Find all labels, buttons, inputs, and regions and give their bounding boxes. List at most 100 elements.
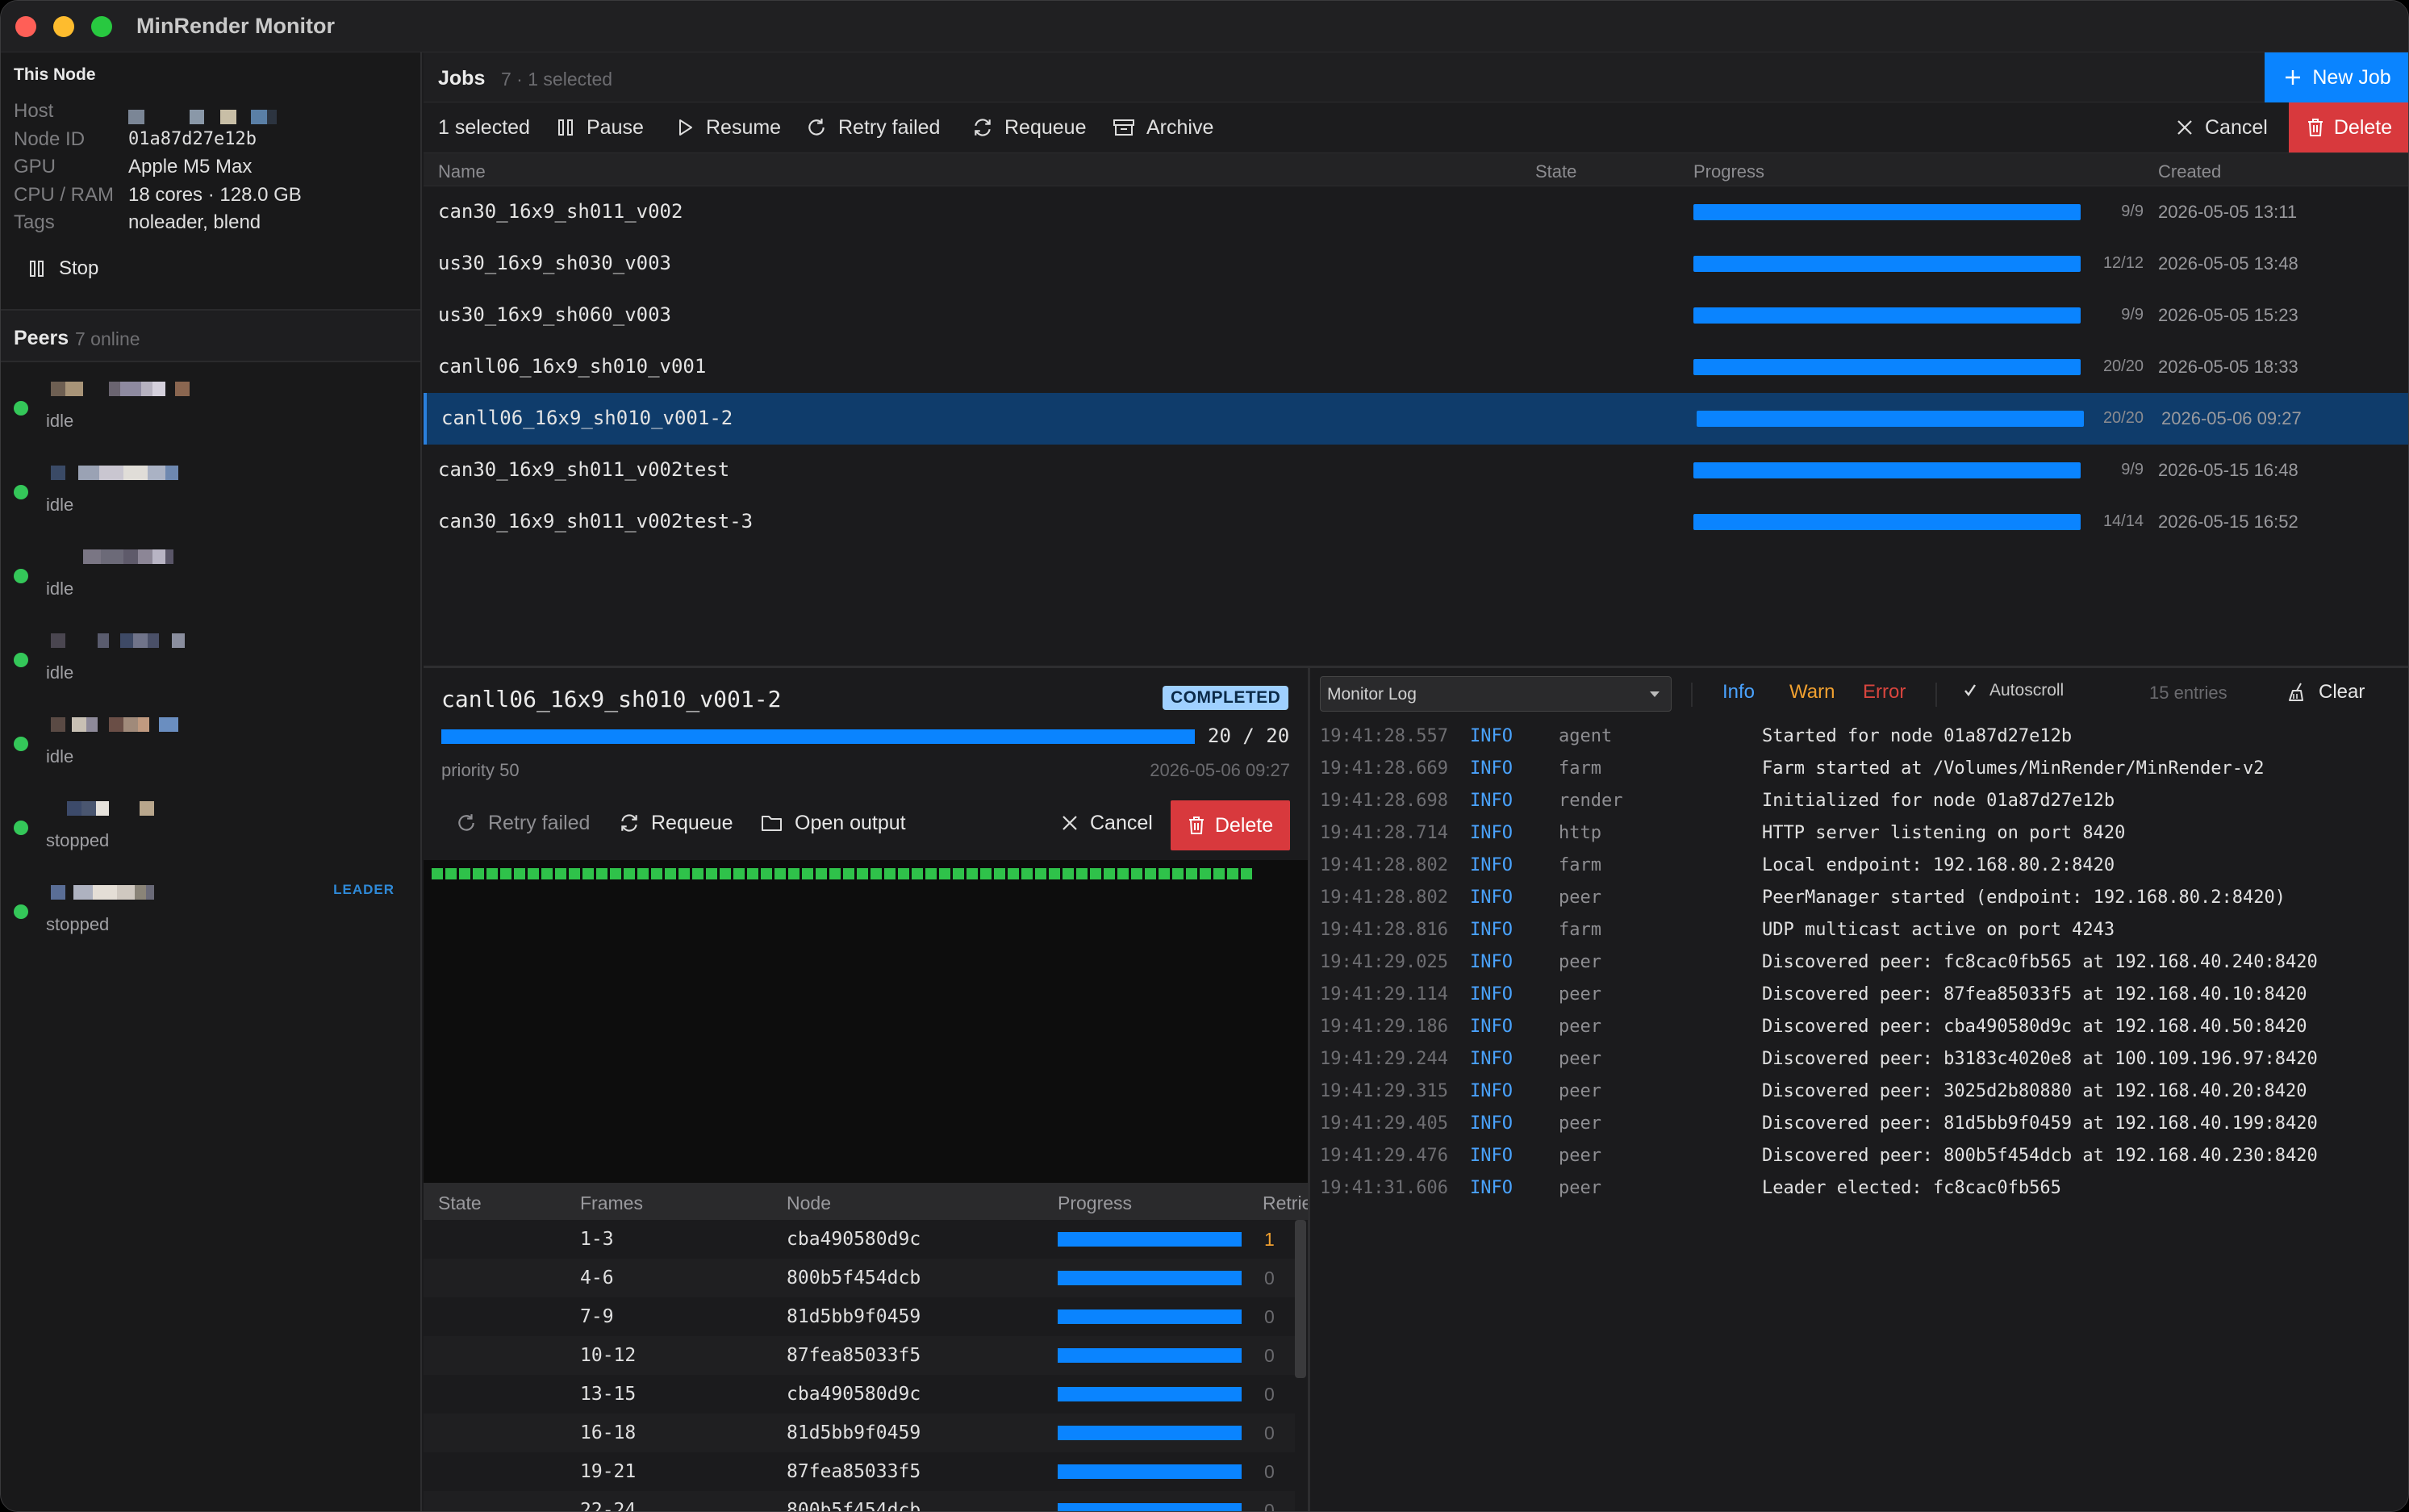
new-job-button[interactable]: New Job — [2265, 52, 2408, 102]
frame-cell[interactable] — [1172, 868, 1184, 879]
frame-cell[interactable] — [761, 868, 772, 879]
frame-cell[interactable] — [967, 868, 978, 879]
frame-cell[interactable] — [1063, 868, 1074, 879]
frame-cell[interactable] — [733, 868, 745, 879]
frame-cell[interactable] — [706, 868, 717, 879]
frame-cell[interactable] — [459, 868, 470, 879]
frame-cell[interactable] — [1049, 868, 1060, 879]
col-progress[interactable]: Progress — [1693, 161, 1764, 182]
delete-button[interactable]: Delete — [2289, 102, 2408, 152]
chunk-row[interactable]: 16-18 81d5bb9f0459 0 — [424, 1414, 1295, 1452]
chunk-row[interactable]: 7-9 81d5bb9f0459 0 — [424, 1297, 1295, 1336]
col-created[interactable]: Created — [2158, 161, 2221, 182]
chunk-row[interactable]: 22-24 800b5f454dcb 0 — [424, 1491, 1295, 1511]
peer-item[interactable]: idle — [1, 448, 420, 532]
frame-cell[interactable] — [555, 868, 566, 879]
chunk-col-progress[interactable]: Progress — [1058, 1192, 1132, 1214]
job-row[interactable]: can30_16x9_sh011_v002test-3 14/14 2026-05-… — [424, 496, 2408, 548]
frame-cell[interactable] — [610, 868, 621, 879]
frame-cell[interactable] — [651, 868, 662, 879]
frame-cell[interactable] — [802, 868, 813, 879]
frame-cell[interactable] — [637, 868, 649, 879]
filter-info[interactable]: Info — [1722, 681, 1755, 704]
job-row[interactable]: can30_16x9_sh011_v002 9/9 2026-05-05 13:11 — [424, 186, 2408, 238]
detail-retry-failed-button[interactable]: Retry failed — [456, 800, 590, 846]
frame-cell[interactable] — [857, 868, 868, 879]
chunk-row[interactable]: 1-3 cba490580d9c 1 — [424, 1220, 1295, 1259]
frame-cell[interactable] — [774, 868, 786, 879]
zoom-window-button[interactable] — [91, 16, 112, 37]
filter-warn[interactable]: Warn — [1789, 681, 1835, 704]
detail-delete-button[interactable]: Delete — [1171, 800, 1290, 850]
job-row[interactable]: can30_16x9_sh011_v002test 9/9 2026-05-15 1… — [424, 445, 2408, 496]
peer-item[interactable]: idle — [1, 616, 420, 700]
resume-button[interactable]: Resume — [675, 102, 781, 152]
frame-cell[interactable] — [816, 868, 827, 879]
frame-cell[interactable] — [678, 868, 690, 879]
stop-node-button[interactable]: Stop — [28, 253, 98, 285]
frame-cell[interactable] — [541, 868, 553, 879]
frame-cell[interactable] — [953, 868, 964, 879]
peer-item[interactable]: stopped — [1, 783, 420, 867]
peer-item[interactable]: stopped LEADER — [1, 867, 420, 951]
frame-cell[interactable] — [1227, 868, 1238, 879]
chunk-row[interactable]: 4-6 800b5f454dcb 0 — [424, 1259, 1295, 1297]
detail-requeue-button[interactable]: Requeue — [619, 800, 733, 846]
open-output-button[interactable]: Open output — [761, 800, 906, 846]
frame-cell[interactable] — [486, 868, 498, 879]
frame-cell[interactable] — [1090, 868, 1101, 879]
frame-cell[interactable] — [747, 868, 758, 879]
frame-cell[interactable] — [1241, 868, 1252, 879]
frame-cell[interactable] — [473, 868, 484, 879]
frame-cell[interactable] — [445, 868, 457, 879]
frame-cell[interactable] — [692, 868, 703, 879]
chunk-row[interactable]: 10-12 87fea85033f5 0 — [424, 1336, 1295, 1375]
chunks-scrollbar[interactable] — [1295, 1220, 1306, 1378]
frame-cell[interactable] — [829, 868, 841, 879]
frame-cell[interactable] — [665, 868, 676, 879]
frame-cell[interactable] — [1159, 868, 1170, 879]
frame-cell[interactable] — [939, 868, 950, 879]
frame-cell[interactable] — [843, 868, 854, 879]
frame-cell[interactable] — [912, 868, 923, 879]
frame-cell[interactable] — [432, 868, 443, 879]
frame-cell[interactable] — [1186, 868, 1197, 879]
detail-cancel-button[interactable]: Cancel — [1061, 800, 1153, 846]
chunk-row[interactable]: 19-21 87fea85033f5 0 — [424, 1452, 1295, 1491]
frame-cell[interactable] — [582, 868, 594, 879]
frame-cell[interactable] — [1131, 868, 1142, 879]
close-window-button[interactable] — [15, 16, 36, 37]
minimize-window-button[interactable] — [53, 16, 74, 37]
frame-cell[interactable] — [980, 868, 992, 879]
frame-cell[interactable] — [514, 868, 525, 879]
frame-cell[interactable] — [1213, 868, 1225, 879]
frame-cell[interactable] — [1076, 868, 1088, 879]
frame-cell[interactable] — [528, 868, 539, 879]
filter-error[interactable]: Error — [1863, 681, 1906, 704]
retry-failed-button[interactable]: Retry failed — [806, 102, 940, 152]
peer-item[interactable]: idle — [1, 700, 420, 783]
chunk-col-node[interactable]: Node — [787, 1192, 831, 1214]
frame-cell[interactable] — [925, 868, 937, 879]
frame-cell[interactable] — [1104, 868, 1115, 879]
col-name[interactable]: Name — [438, 161, 486, 182]
cancel-button[interactable]: Cancel — [2176, 102, 2268, 152]
job-row[interactable]: us30_16x9_sh060_v003 9/9 2026-05-05 15:23 — [424, 290, 2408, 341]
frame-cell[interactable] — [1200, 868, 1211, 879]
frame-cell[interactable] — [569, 868, 580, 879]
frame-cell[interactable] — [624, 868, 635, 879]
frame-cell[interactable] — [1117, 868, 1129, 879]
job-row[interactable]: canll06_16x9_sh010_v001 20/20 2026-05-05 1… — [424, 341, 2408, 393]
chunk-col-state[interactable]: State — [438, 1192, 482, 1214]
col-state[interactable]: State — [1535, 161, 1576, 182]
requeue-button[interactable]: Requeue — [972, 102, 1086, 152]
chunk-col-frames[interactable]: Frames — [580, 1192, 643, 1214]
frame-cell[interactable] — [994, 868, 1005, 879]
frame-cell[interactable] — [1145, 868, 1156, 879]
frame-cell[interactable] — [788, 868, 800, 879]
frame-cell[interactable] — [870, 868, 882, 879]
frame-cell[interactable] — [898, 868, 909, 879]
autoscroll-toggle[interactable]: Autoscroll — [1962, 681, 2064, 700]
frame-cell[interactable] — [596, 868, 607, 879]
peer-item[interactable]: idle — [1, 364, 420, 448]
